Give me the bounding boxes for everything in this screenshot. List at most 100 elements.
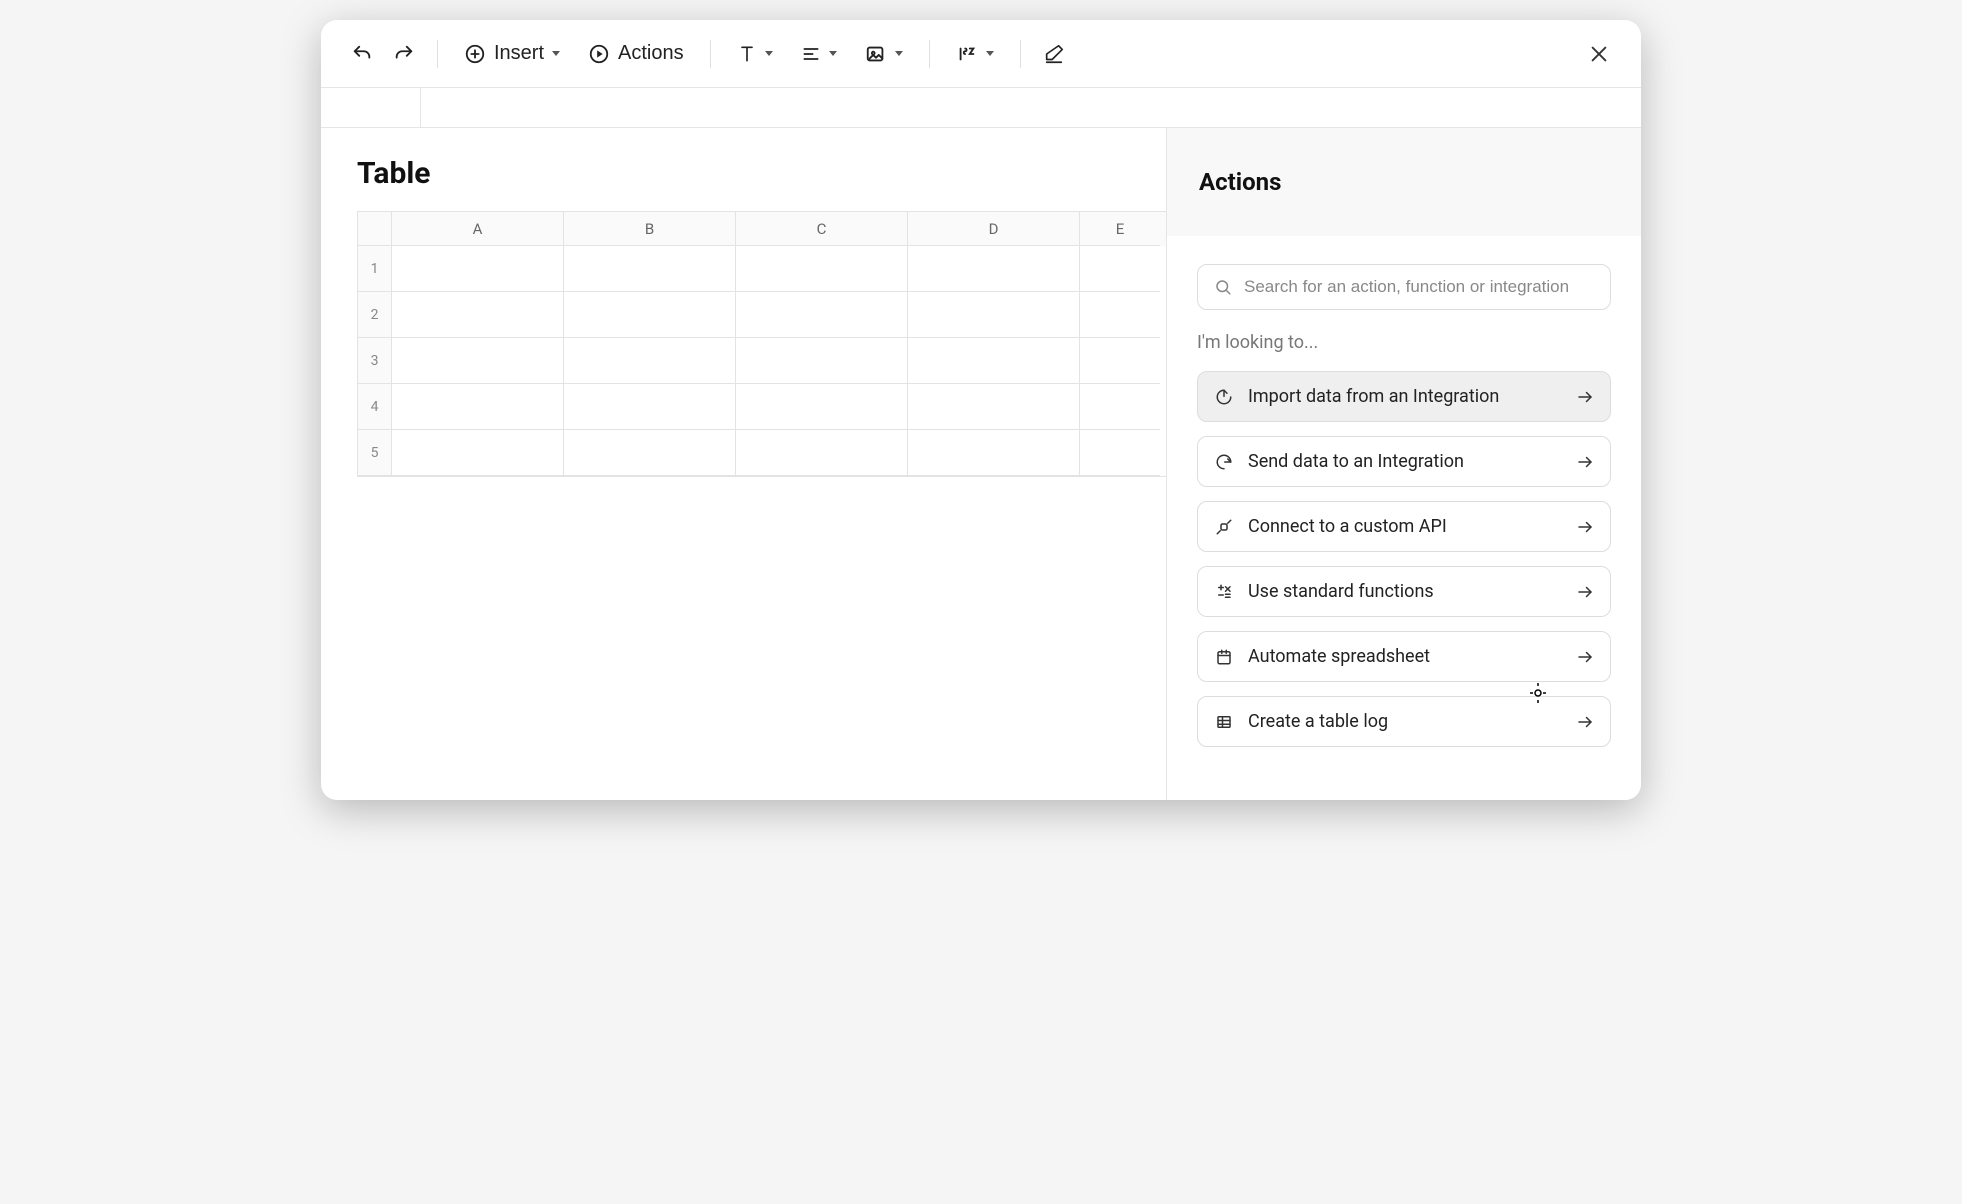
toolbar-separator [710,40,711,68]
cell[interactable] [564,430,736,476]
image-insert-button[interactable] [855,37,913,71]
row-header[interactable]: 5 [358,430,392,476]
toolbar: Insert Actions [321,20,1641,88]
insert-button[interactable]: Insert [454,36,570,71]
cell[interactable] [1080,430,1160,476]
eraser-icon [1043,43,1065,65]
undo-icon [351,43,373,65]
action-import-data[interactable]: Import data from an Integration [1197,371,1611,422]
cell[interactable] [736,338,908,384]
arrow-right-icon [1576,388,1594,406]
column-header[interactable]: B [564,212,736,246]
cell[interactable] [908,246,1080,292]
function-icon [1214,582,1234,602]
cell[interactable] [736,292,908,338]
column-header[interactable]: C [736,212,908,246]
action-list: Import data from an Integration Send dat… [1197,371,1611,747]
action-label: Connect to a custom API [1248,516,1562,537]
chevron-down-icon [765,51,773,56]
column-header[interactable]: D [908,212,1080,246]
search-icon [1214,278,1232,296]
calendar-icon [1214,647,1234,667]
column-header-row: A B C D E [358,212,1166,246]
toolbar-separator [929,40,930,68]
main-area: Table A B C D E 1 2 [321,128,1641,800]
action-standard-functions[interactable]: Use standard functions [1197,566,1611,617]
cell[interactable] [1080,246,1160,292]
sheet-area: Table A B C D E 1 2 [321,128,1166,800]
cell[interactable] [564,246,736,292]
panel-body: I'm looking to... Import data from an In… [1167,236,1641,800]
cell[interactable] [392,338,564,384]
arrow-right-icon [1576,713,1594,731]
actions-label: Actions [618,42,684,65]
search-input[interactable] [1244,277,1594,297]
cell[interactable] [908,338,1080,384]
toolbar-separator [437,40,438,68]
chevron-down-icon [552,51,560,56]
table-row: 1 [358,246,1166,292]
align-button[interactable] [791,38,847,70]
cell[interactable] [1080,338,1160,384]
arrow-right-icon [1576,453,1594,471]
number-icon [956,43,978,65]
panel-header: Actions [1167,128,1641,236]
insert-label: Insert [494,42,544,65]
action-create-table-log[interactable]: Create a table log [1197,696,1611,747]
cell[interactable] [908,384,1080,430]
eraser-button[interactable] [1037,37,1071,71]
row-header[interactable]: 4 [358,384,392,430]
cell[interactable] [564,338,736,384]
column-header[interactable]: E [1080,212,1160,246]
number-format-button[interactable] [946,37,1004,71]
row-header[interactable]: 1 [358,246,392,292]
app-window: Insert Actions [321,20,1641,800]
cell[interactable] [736,384,908,430]
sheet-title: Table [357,156,1130,191]
cell[interactable] [1080,292,1160,338]
actions-button[interactable]: Actions [578,36,694,71]
table-row: 5 [358,430,1166,476]
cell[interactable] [392,430,564,476]
corner-cell[interactable] [358,212,392,246]
cell[interactable] [908,430,1080,476]
cell[interactable] [736,246,908,292]
cell[interactable] [1080,384,1160,430]
cell[interactable] [908,292,1080,338]
cell[interactable] [736,430,908,476]
action-automate-spreadsheet[interactable]: Automate spreadsheet [1197,631,1611,682]
action-connect-api[interactable]: Connect to a custom API [1197,501,1611,552]
chevron-down-icon [829,51,837,56]
align-icon [801,44,821,64]
cell[interactable] [564,384,736,430]
actions-panel: Actions I'm looking to... Import data fr… [1166,128,1641,800]
formula-bar[interactable] [321,88,1641,128]
column-header[interactable]: A [392,212,564,246]
search-box[interactable] [1197,264,1611,310]
row-header[interactable]: 3 [358,338,392,384]
toolbar-separator [1020,40,1021,68]
arrow-right-icon [1576,648,1594,666]
action-send-data[interactable]: Send data to an Integration [1197,436,1611,487]
undo-button[interactable] [345,37,379,71]
table-row: 2 [358,292,1166,338]
close-panel-button[interactable] [1585,40,1613,68]
spreadsheet-grid[interactable]: A B C D E 1 2 3 [357,211,1166,477]
arrow-right-icon [1576,518,1594,536]
chevron-down-icon [895,51,903,56]
row-header[interactable]: 2 [358,292,392,338]
action-label: Import data from an Integration [1248,386,1562,407]
image-plus-icon [865,43,887,65]
play-circle-icon [588,43,610,65]
panel-title: Actions [1199,168,1281,196]
cell-reference[interactable] [345,88,421,127]
cell[interactable] [392,246,564,292]
text-icon [737,44,757,64]
redo-button[interactable] [387,37,421,71]
export-icon [1214,452,1234,472]
cell[interactable] [392,292,564,338]
text-format-button[interactable] [727,38,783,70]
cell[interactable] [564,292,736,338]
cell[interactable] [392,384,564,430]
import-icon [1214,387,1234,407]
